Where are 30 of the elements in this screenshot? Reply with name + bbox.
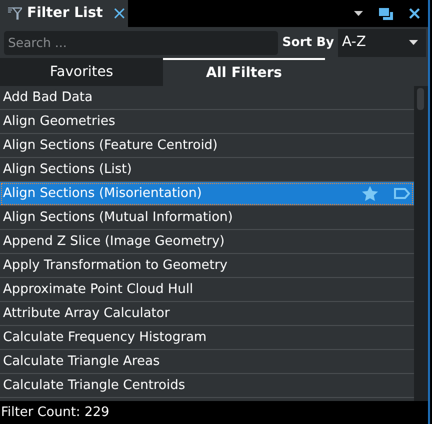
list-item[interactable]: Align Sections (Feature Centroid)	[0, 134, 414, 158]
list-item[interactable]: Align Sections (Mutual Information)	[0, 206, 414, 230]
list-item[interactable]: Align Sections (Misorientation)	[0, 182, 414, 206]
star-icon[interactable]	[362, 186, 378, 201]
tag-icon[interactable]	[394, 188, 410, 199]
scrollbar[interactable]	[414, 86, 428, 401]
panel-tab[interactable]: Filter List ×	[0, 0, 128, 27]
list-item[interactable]: Apply Transformation to Geometry	[0, 254, 414, 278]
list-item[interactable]: Attribute Array Calculator	[0, 302, 414, 326]
filter-icon	[8, 7, 22, 20]
tab[interactable]: Favorites	[0, 58, 163, 86]
list-item[interactable]: Append Z Slice (Image Geometry)	[0, 230, 414, 254]
search-field[interactable]: Search ...	[4, 30, 278, 54]
status-text: Filter Count: 229	[0, 404, 110, 422]
float-icon[interactable]	[379, 8, 393, 20]
panel-title: Filter List	[27, 4, 103, 23]
list-item[interactable]: Calculate Frequency Histogram	[0, 326, 414, 350]
list-item[interactable]: Calculate Triangle Centroids	[0, 374, 414, 398]
list-item[interactable]: Align Geometries	[0, 110, 414, 134]
sort-label: Sort By	[282, 33, 334, 52]
close-icon[interactable]	[409, 8, 420, 19]
list-item[interactable]: Add Bad Data	[0, 86, 414, 110]
dropdown-icon[interactable]	[354, 11, 363, 16]
caret-icon	[409, 40, 418, 45]
list-item-text: Align Sections (Misorientation)	[3, 184, 203, 203]
list-item[interactable]: Approximate Point Cloud Hull	[0, 278, 414, 302]
scrollbar-thumb[interactable]	[417, 88, 424, 110]
list-item[interactable]: Calculate Triangle Areas	[0, 350, 414, 374]
sort-dropdown[interactable]: A-Z	[338, 28, 426, 56]
close-button[interactable]: ×	[108, 4, 127, 22]
